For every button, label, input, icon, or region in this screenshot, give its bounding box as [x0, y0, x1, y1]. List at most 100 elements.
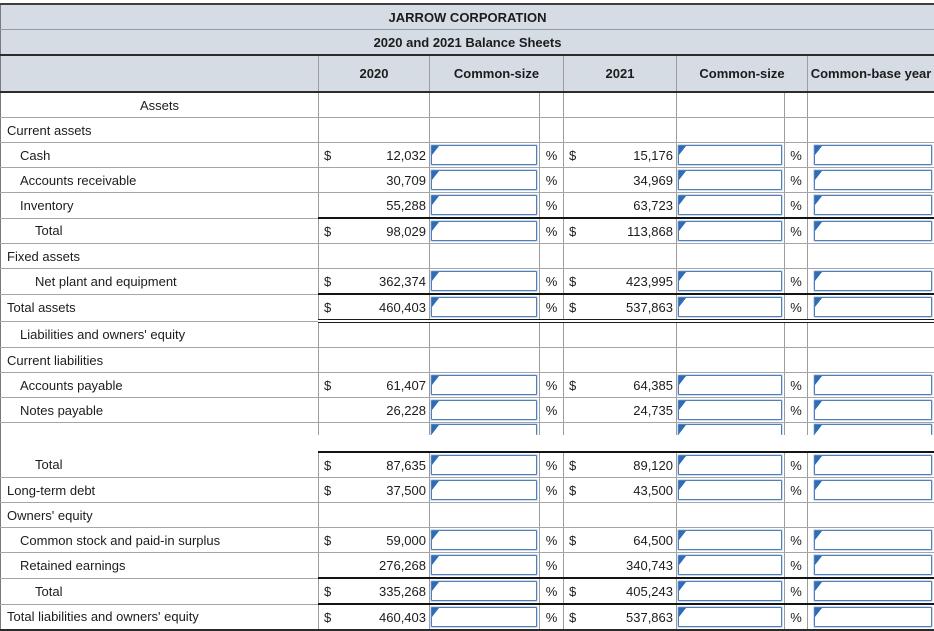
- dollar-sign-2021-accounts-receivable: [564, 168, 588, 193]
- value-2021-owners-equity: [588, 503, 677, 528]
- input-common-base-year-cash[interactable]: [814, 145, 932, 165]
- input-common-size-2020-long-term-debt[interactable]: [431, 480, 537, 500]
- dollar-sign-2021-inventory: [564, 193, 588, 219]
- percent-sign-2020-net-plant-and-equipment: %: [540, 269, 564, 295]
- input-common-base-year-inventory[interactable]: [814, 195, 932, 215]
- common-base-year-cell-current-assets: [808, 118, 934, 143]
- input-common-size-2021-cash[interactable]: [678, 145, 782, 165]
- input-common-size-2020-total-current-liabilities[interactable]: [431, 455, 537, 475]
- dollar-sign-2020-cut-off-row: [319, 423, 343, 436]
- input-common-size-2021-accounts-payable[interactable]: [678, 375, 782, 395]
- input-common-size-2021-notes-payable[interactable]: [678, 400, 782, 420]
- input-common-base-year-long-term-debt[interactable]: [814, 480, 932, 500]
- input-common-size-2020-cash[interactable]: [431, 145, 537, 165]
- common-size-2021-cell-net-plant-and-equipment: [677, 269, 785, 295]
- input-common-size-2020-notes-payable[interactable]: [431, 400, 537, 420]
- value-2020-assets-heading: [343, 92, 430, 118]
- percent-sign-2021-seam: [785, 435, 808, 452]
- input-common-base-year-total-liabilities-and-owners-equity[interactable]: [814, 607, 932, 627]
- input-common-size-2020-net-plant-and-equipment[interactable]: [431, 271, 537, 291]
- percent-sign-2021-current-assets: [785, 118, 808, 143]
- input-common-base-year-net-plant-and-equipment[interactable]: [814, 271, 932, 291]
- row-label-total-liabilities-and-owners-equity: Total liabilities and owners' equity: [1, 604, 319, 630]
- input-common-size-2020-cut-off-row[interactable]: [431, 424, 537, 435]
- input-common-size-2021-inventory[interactable]: [678, 195, 782, 215]
- input-common-size-2020-common-stock-and-paid-in-surplus[interactable]: [431, 530, 537, 550]
- common-size-2021-cell-cash: [677, 143, 785, 168]
- row-label-seam: [1, 435, 319, 452]
- balance-sheet-body: JARROW CORPORATION 2020 and 2021 Balance…: [1, 4, 934, 630]
- input-common-size-2021-net-plant-and-equipment[interactable]: [678, 271, 782, 291]
- input-common-size-2021-common-stock-and-paid-in-surplus[interactable]: [678, 530, 782, 550]
- input-common-base-year-total-owners-equity[interactable]: [814, 581, 932, 601]
- input-common-base-year-total-current-assets[interactable]: [814, 221, 932, 241]
- common-base-year-cell-total-current-liabilities: [808, 452, 934, 478]
- input-common-base-year-retained-earnings[interactable]: [814, 555, 932, 575]
- input-common-size-2021-total-owners-equity[interactable]: [678, 581, 782, 601]
- page-title: JARROW CORPORATION: [1, 4, 934, 30]
- dollar-sign-2020-net-plant-and-equipment: $: [319, 269, 343, 295]
- table-row-total-owners-equity: Total$335,268%$405,243%: [1, 578, 934, 604]
- dollar-sign-2020-owners-equity: [319, 503, 343, 528]
- percent-sign-2020-fixed-assets: [540, 244, 564, 269]
- input-common-base-year-accounts-receivable[interactable]: [814, 170, 932, 190]
- input-common-size-2020-total-current-assets[interactable]: [431, 221, 537, 241]
- input-common-size-2021-total-current-liabilities[interactable]: [678, 455, 782, 475]
- input-common-base-year-total-assets[interactable]: [814, 297, 932, 317]
- table-row-net-plant-and-equipment: Net plant and equipment$362,374%$423,995…: [1, 269, 934, 295]
- row-label-liabilities-and-owners-equity-heading: Liabilities and owners' equity: [1, 321, 319, 348]
- input-common-size-2020-total-assets[interactable]: [431, 297, 537, 317]
- dollar-sign-2020-current-assets: [319, 118, 343, 143]
- input-common-size-2021-cut-off-row[interactable]: [678, 424, 782, 435]
- percent-sign-2020-accounts-receivable: %: [540, 168, 564, 193]
- input-common-size-2020-total-liabilities-and-owners-equity[interactable]: [431, 607, 537, 627]
- input-common-size-2021-total-current-assets[interactable]: [678, 221, 782, 241]
- table-row-fixed-assets: Fixed assets: [1, 244, 934, 269]
- input-common-base-year-cut-off-row[interactable]: [814, 424, 932, 435]
- input-common-size-2020-retained-earnings[interactable]: [431, 555, 537, 575]
- percent-sign-2020-accounts-payable: %: [540, 373, 564, 398]
- input-common-base-year-common-stock-and-paid-in-surplus[interactable]: [814, 530, 932, 550]
- dollar-sign-2021-retained-earnings: [564, 553, 588, 579]
- input-common-size-2020-total-owners-equity[interactable]: [431, 581, 537, 601]
- percent-sign-2020-assets-heading: [540, 92, 564, 118]
- percent-sign-2021-net-plant-and-equipment: %: [785, 269, 808, 295]
- input-common-size-2021-total-liabilities-and-owners-equity[interactable]: [678, 607, 782, 627]
- value-2021-long-term-debt: 43,500: [588, 478, 677, 503]
- value-2021-inventory: 63,723: [588, 193, 677, 219]
- dollar-sign-2020-total-current-assets: $: [319, 218, 343, 244]
- common-base-year-cell-retained-earnings: [808, 553, 934, 579]
- column-header-common-size-2020: Common-size: [430, 55, 564, 92]
- table-row-liabilities-and-owners-equity-heading: Liabilities and owners' equity: [1, 321, 934, 348]
- common-size-2020-cell-total-current-liabilities: [430, 452, 540, 478]
- input-common-base-year-notes-payable[interactable]: [814, 400, 932, 420]
- common-base-year-cell-long-term-debt: [808, 478, 934, 503]
- input-common-size-2020-accounts-receivable[interactable]: [431, 170, 537, 190]
- input-common-base-year-accounts-payable[interactable]: [814, 375, 932, 395]
- value-2020-cash: 12,032: [343, 143, 430, 168]
- row-label-cash: Cash: [1, 143, 319, 168]
- value-2021-current-liabilities: [588, 348, 677, 373]
- common-base-year-cell-inventory: [808, 193, 934, 219]
- percent-sign-2021-assets-heading: [785, 92, 808, 118]
- dollar-sign-2020-accounts-receivable: [319, 168, 343, 193]
- input-common-size-2021-retained-earnings[interactable]: [678, 555, 782, 575]
- table-row-inventory: Inventory55,288%63,723%: [1, 193, 934, 219]
- input-common-size-2021-accounts-receivable[interactable]: [678, 170, 782, 190]
- common-size-2020-cell-cash: [430, 143, 540, 168]
- common-size-2021-cell-liabilities-and-owners-equity-heading: [677, 321, 785, 348]
- dollar-sign-2021-current-liabilities: [564, 348, 588, 373]
- common-size-2021-cell-seam: [677, 435, 785, 452]
- common-base-year-cell-cut-off-row: [808, 423, 934, 436]
- input-common-size-2021-total-assets[interactable]: [678, 297, 782, 317]
- input-common-size-2020-inventory[interactable]: [431, 195, 537, 215]
- input-common-size-2021-long-term-debt[interactable]: [678, 480, 782, 500]
- percent-sign-2021-total-liabilities-and-owners-equity: %: [785, 604, 808, 630]
- common-size-2020-cell-total-assets: [430, 294, 540, 321]
- percent-sign-2021-owners-equity: [785, 503, 808, 528]
- value-2020-accounts-receivable: 30,709: [343, 168, 430, 193]
- input-common-size-2020-accounts-payable[interactable]: [431, 375, 537, 395]
- dollar-sign-2021-assets-heading: [564, 92, 588, 118]
- input-common-base-year-total-current-liabilities[interactable]: [814, 455, 932, 475]
- common-base-year-cell-liabilities-and-owners-equity-heading: [808, 321, 934, 348]
